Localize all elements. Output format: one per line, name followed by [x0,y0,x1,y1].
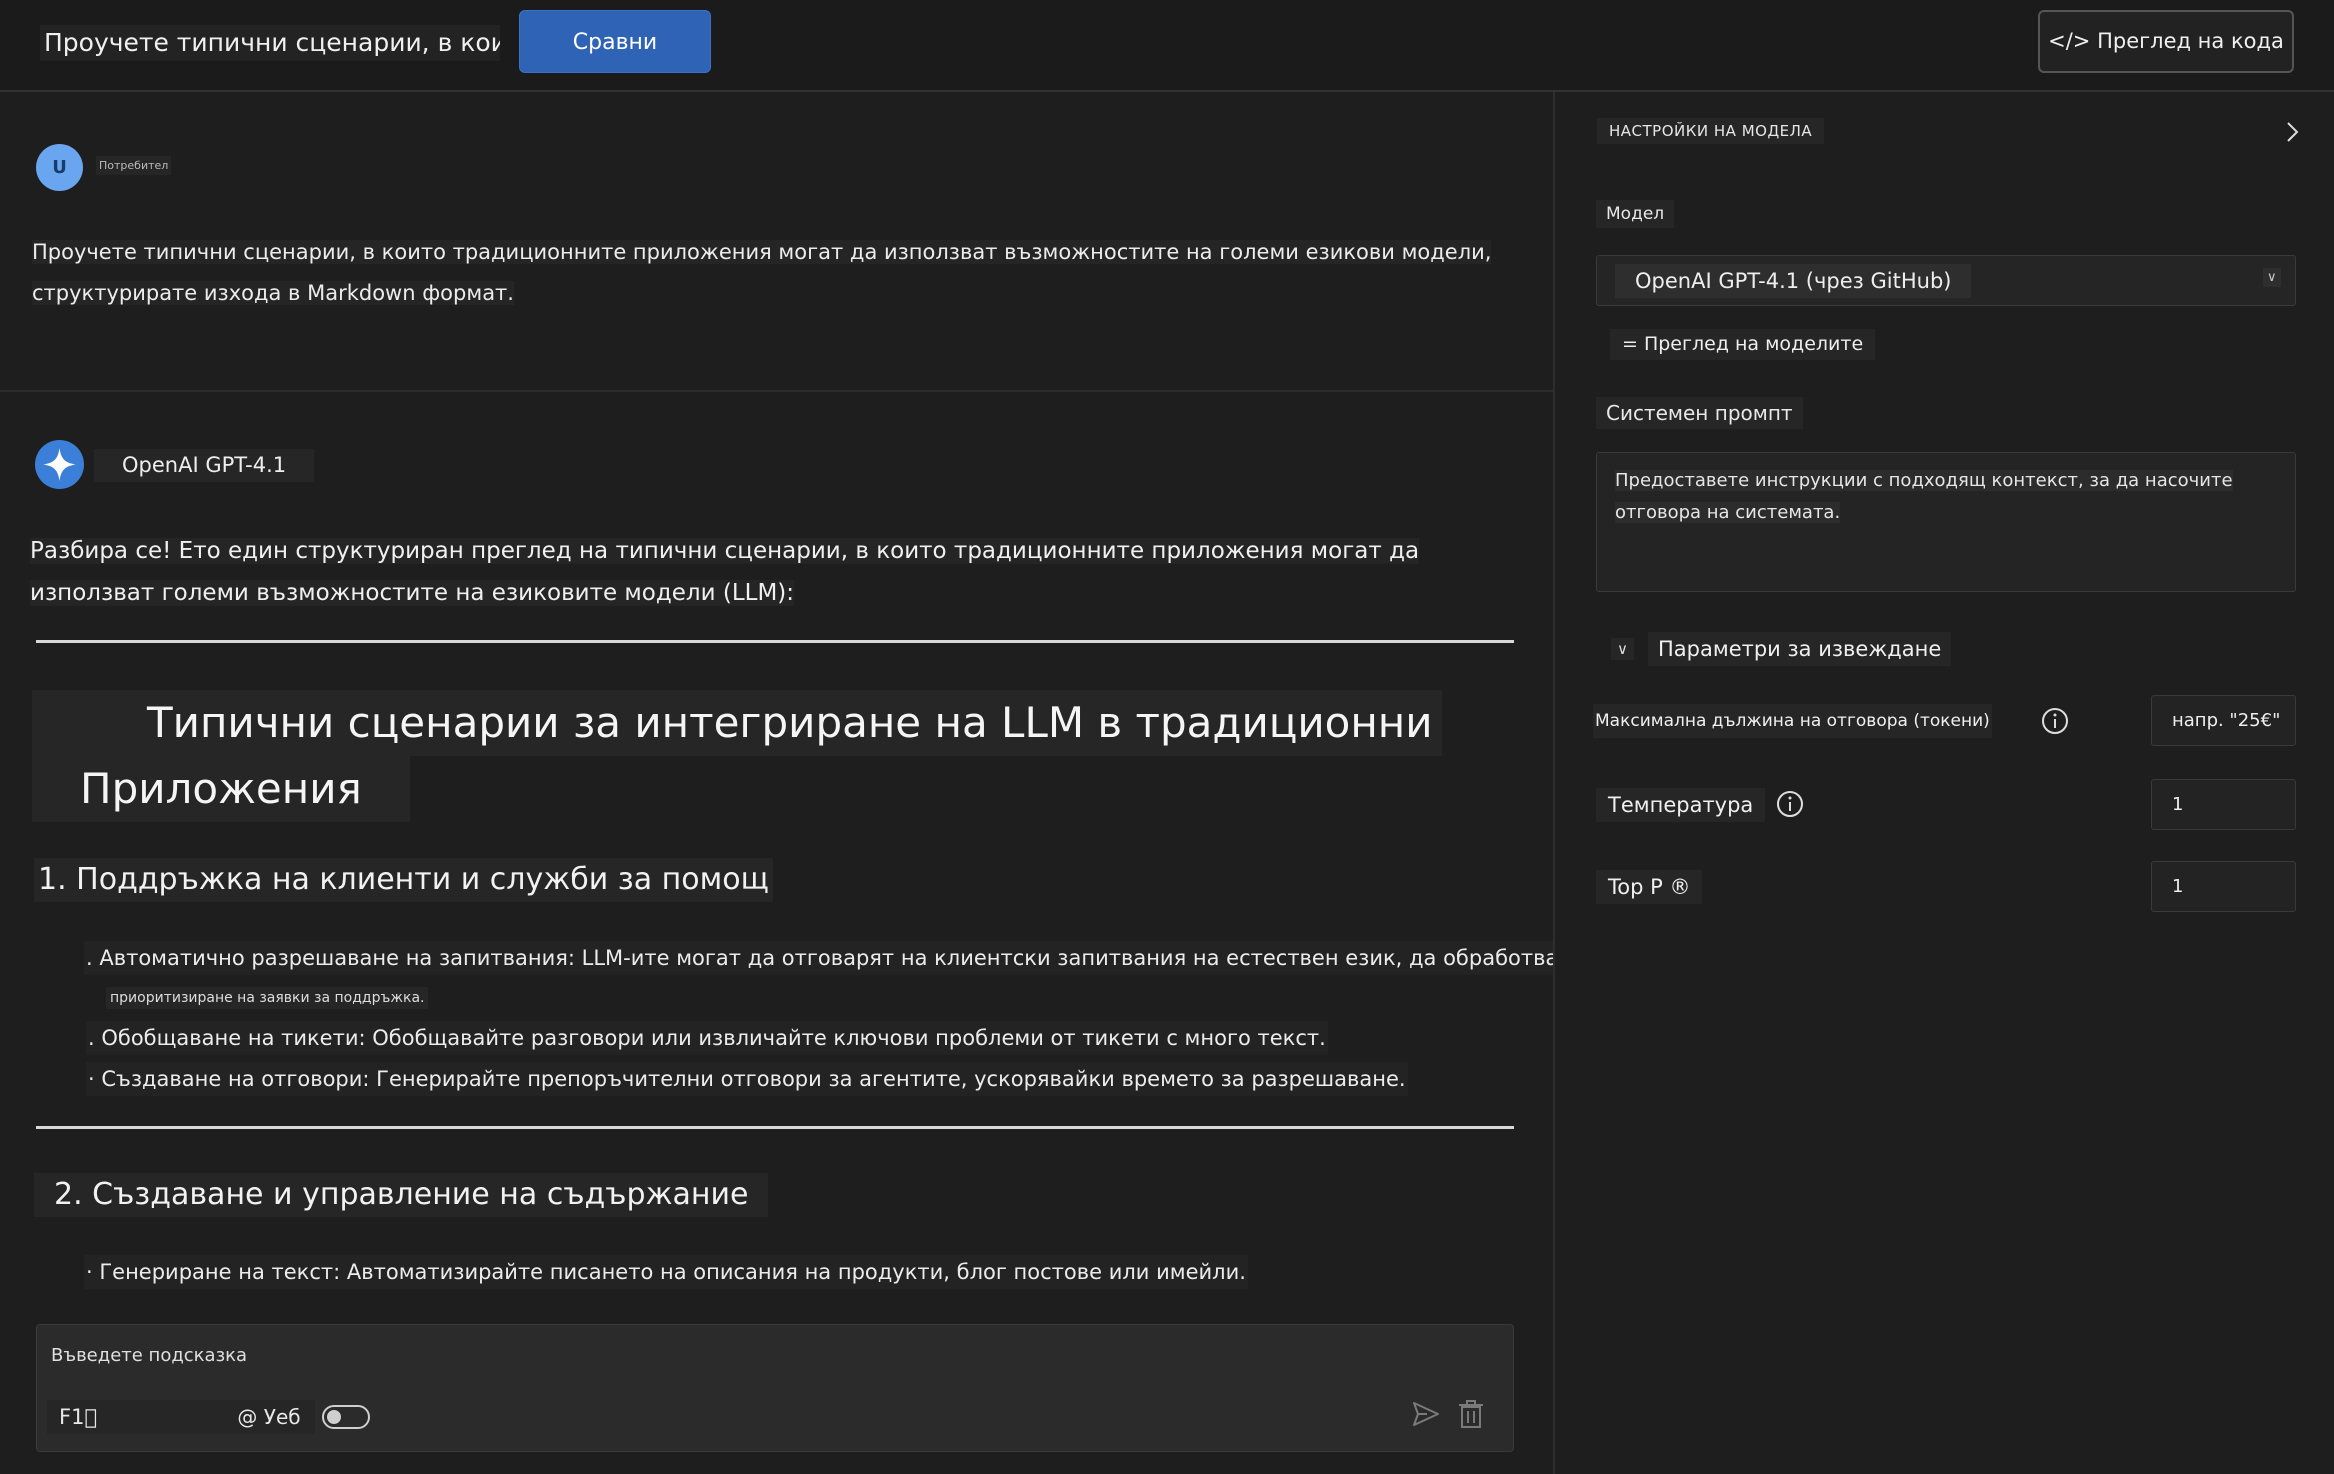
section-2-title: 2. Създаване и управление на съдържание [34,1173,769,1217]
conversation-title[interactable]: Проучете типични сценарии, в които ... [40,25,500,61]
system-prompt-label: Системен промпт [1596,397,1803,429]
info-icon[interactable] [1775,789,1805,819]
user-message: Проучете типични сценарии, в които тради… [32,232,1522,314]
model-settings-panel: НАСТРОЙКИ НА МОДЕЛА Модел OpenAI GPT-4.1… [1553,92,2334,1474]
web-search-chip[interactable]: @ Уеб [223,1400,315,1434]
chat-panel: U Потребител Проучете типични сценарии, … [0,92,1553,1474]
list-item: . Обобщаване на тикети: Обобщавайте разг… [86,1021,1328,1055]
assistant-intro: Разбира се! Ето един структуриран прегле… [30,530,1530,614]
chevron-right-icon[interactable] [2282,120,2302,144]
temperature-input[interactable]: 1 [2151,779,2296,830]
toggle-knob [327,1410,341,1424]
system-prompt-placeholder: Предоставете инструкции с подходящ конте… [1615,470,2233,523]
list-item-continuation: приоритизиране на заявки за поддръжка. [106,987,429,1009]
compare-button[interactable]: Сравни [519,10,711,73]
sparkle-icon [43,448,76,481]
prompt-input[interactable]: Въведете подсказка [51,1345,247,1366]
send-icon[interactable] [1411,1399,1441,1429]
web-search-toggle[interactable] [322,1405,370,1429]
response-heading-line2: Приложения [32,756,410,822]
list-item: · Създаване на отговори: Генерирайте пре… [86,1062,1408,1096]
f1-field[interactable]: F1⃞ [47,1400,245,1434]
markdown-rule [36,640,1514,643]
system-prompt-input[interactable]: Предоставете инструкции с подходящ конте… [1596,452,2296,592]
assistant-intro-text: Разбира се! Ето един структуриран прегле… [30,538,1420,606]
top-p-input[interactable]: 1 [2151,861,2296,912]
temperature-label: Температура [1596,788,1766,822]
markdown-rule [36,1126,1514,1129]
chevron-down-icon: ∨ [2263,268,2281,287]
info-icon[interactable] [2040,706,2070,736]
user-avatar: U [36,144,83,191]
trash-icon[interactable] [1457,1399,1485,1429]
top-p-label: Top P ® [1596,870,1703,904]
user-message-text: Проучете типични сценарии, в които тради… [32,240,1492,305]
view-code-button[interactable]: </> Преглед на кода [2038,10,2294,73]
section-1-title: 1. Поддръжка на клиенти и служби за помо… [34,858,773,902]
message-divider [0,390,1553,392]
response-heading-line1: Типични сценарии за интегриране на LLM в… [32,690,1442,756]
settings-title: НАСТРОЙКИ НА МОДЕЛА [1597,118,1825,144]
prompt-input-box[interactable]: Въведете подсказка F1⃞ @ Уеб [36,1324,1514,1452]
model-label: Модел [1596,200,1675,228]
chevron-down-icon[interactable]: ∨ [1611,638,1634,660]
response-heading: Типични сценарии за интегриране на LLM в… [32,690,1442,822]
model-select-value: OpenAI GPT-4.1 (чрез GitHub) [1615,264,1972,298]
top-bar: Проучете типични сценарии, в които ... С… [0,0,2334,92]
assistant-name: OpenAI GPT-4.1 [94,449,315,482]
output-params-toggle[interactable]: Параметри за извеждане [1648,632,1952,666]
model-select[interactable]: OpenAI GPT-4.1 (чрез GitHub) ∨ [1596,255,2296,306]
app-window: Проучете типични сценарии, в които ... С… [0,0,2334,1474]
max-tokens-label: Максимална дължина на отговора (токени) [1593,704,1992,738]
assistant-avatar [35,440,84,489]
user-name: Потребител [96,156,172,175]
list-item: · Генериране на текст: Автоматизирайте п… [84,1255,1248,1289]
list-item: . Автоматично разрешаване на запитвания:… [84,941,1553,975]
browse-models-link[interactable]: = Преглед на моделите [1610,329,1876,360]
max-tokens-input[interactable]: напр. "25€" [2151,695,2296,746]
